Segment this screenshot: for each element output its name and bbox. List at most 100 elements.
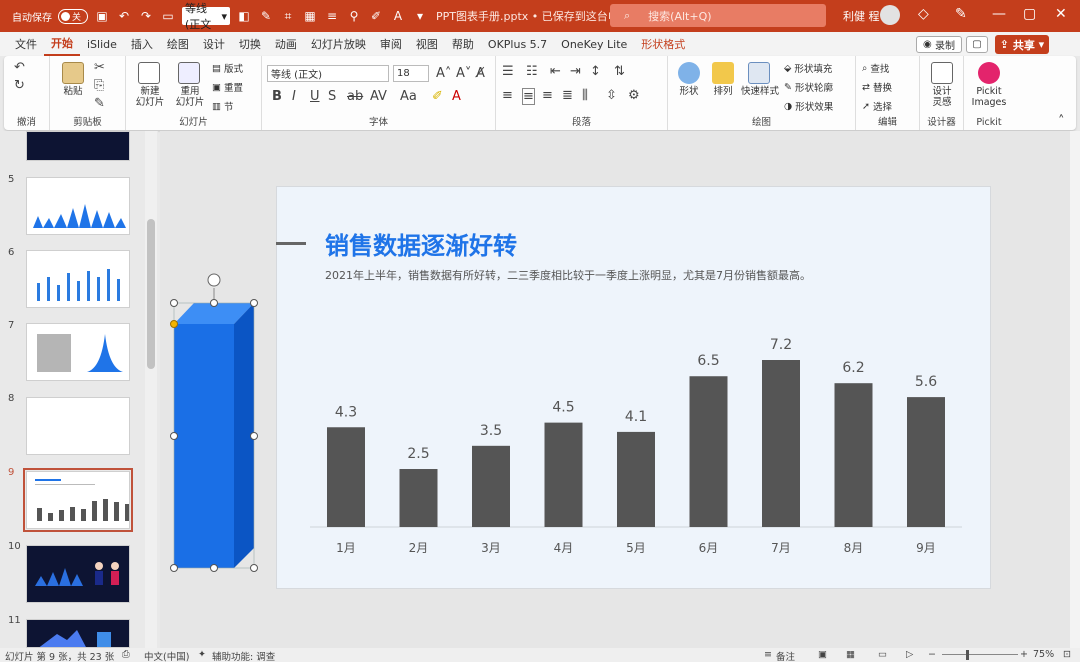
font-name-select[interactable]: 等线 (正文): [267, 65, 389, 82]
design-ideas-button[interactable]: 设计 灵感: [922, 86, 962, 108]
proofing-icon[interactable]: ⎙: [122, 649, 130, 660]
chart-bar[interactable]: [834, 383, 873, 527]
avatar[interactable]: [880, 5, 900, 25]
pin-icon[interactable]: ⚲: [346, 8, 362, 24]
copy-icon[interactable]: ⎘: [94, 78, 104, 93]
slideshow-view-icon[interactable]: ▷: [906, 649, 913, 660]
reuse-slide-button[interactable]: 重用 幻灯片: [168, 86, 212, 108]
tab-13[interactable]: OneKey Lite: [554, 32, 634, 56]
quick-styles-icon[interactable]: [748, 62, 770, 84]
crop-icon[interactable]: ⌗: [280, 8, 296, 24]
search-box[interactable]: ⌕ 搜索(Alt+Q): [610, 4, 826, 27]
design-ideas-icon[interactable]: [931, 62, 953, 84]
numbering-icon[interactable]: ☷: [526, 64, 538, 79]
zoom-in-icon[interactable]: +: [1020, 649, 1028, 660]
reuse-slide-icon[interactable]: [178, 62, 200, 84]
section-button[interactable]: ▥ 节: [212, 99, 234, 114]
start-slideshow-icon[interactable]: ▭: [160, 8, 176, 24]
tab-6[interactable]: 切换: [232, 32, 268, 56]
notes-icon[interactable]: ≡: [764, 649, 772, 660]
shape-button[interactable]: 形状: [672, 86, 706, 97]
shapes-icon[interactable]: ◧: [236, 8, 252, 24]
pen-icon[interactable]: ✎: [955, 6, 967, 22]
replace-button[interactable]: ⇄ 替换: [862, 80, 892, 95]
slide-thumbnail-5[interactable]: [26, 177, 130, 235]
slide-thumbnail-4[interactable]: [26, 131, 130, 161]
autosave-toggle[interactable]: 关: [58, 8, 88, 24]
shape-outline-button[interactable]: ✎ 形状轮廓: [784, 80, 833, 95]
zoom-out-icon[interactable]: −: [928, 649, 936, 660]
chart-bar[interactable]: [907, 397, 945, 527]
tab-7[interactable]: 动画: [268, 32, 304, 56]
notes-button[interactable]: 备注: [776, 649, 795, 662]
new-slide-icon[interactable]: [138, 62, 160, 84]
slide-thumbnail-9[interactable]: [23, 468, 133, 532]
quick-styles-button[interactable]: 快速样式: [738, 86, 782, 97]
tab-14[interactable]: 形状格式: [634, 32, 692, 56]
change-case-icon[interactable]: Aa: [400, 89, 417, 104]
rotate-handle-icon[interactable]: [207, 273, 221, 287]
new-slide-button[interactable]: 新建 幻灯片: [128, 86, 172, 108]
slide-thumbnail-6[interactable]: [26, 250, 130, 308]
slide-subtitle[interactable]: 2021年上半年，销售数据有所好转，二三季度相比较于一季度上涨明显，尤其是7月份…: [325, 267, 811, 283]
cut-icon[interactable]: ✂: [94, 60, 105, 75]
slide-thumbnail-8[interactable]: [26, 397, 130, 455]
justify-icon[interactable]: ≣: [562, 88, 573, 103]
group-icon[interactable]: ▦: [302, 8, 318, 24]
reading-view-icon[interactable]: ▭: [878, 649, 887, 660]
select-button[interactable]: ➚ 选择: [862, 99, 892, 114]
accessibility-icon[interactable]: ✦: [198, 649, 206, 660]
tab-12[interactable]: OKPlus 5.7: [481, 32, 554, 56]
selected-3d-bar-shape[interactable]: [164, 268, 264, 578]
comment-icon[interactable]: ▢: [966, 36, 988, 53]
normal-view-icon[interactable]: ▣: [818, 649, 827, 660]
share-button[interactable]: ⇪ 共享 ▾: [995, 35, 1049, 54]
spell-icon[interactable]: A: [390, 8, 406, 24]
align-right-icon[interactable]: ≡: [542, 88, 553, 103]
line-spacing-icon[interactable]: ↕: [590, 64, 601, 79]
accessibility-status[interactable]: 辅助功能: 调查: [212, 649, 275, 662]
chart-bar[interactable]: [399, 469, 438, 527]
increase-indent-icon[interactable]: ⇥: [570, 64, 581, 79]
tab-5[interactable]: 设计: [196, 32, 232, 56]
chart-bar[interactable]: [472, 445, 510, 527]
slide-thumbnail-11[interactable]: [26, 619, 130, 648]
shape-icon[interactable]: [678, 62, 700, 84]
user-name[interactable]: 利健 程: [843, 8, 880, 24]
close-icon[interactable]: ✕: [1055, 6, 1067, 22]
bullets-icon[interactable]: ☰: [502, 64, 514, 79]
paste-button[interactable]: 粘贴: [56, 86, 90, 97]
minimize-icon[interactable]: —: [992, 6, 1006, 22]
format-painter-icon[interactable]: ✎: [94, 96, 105, 111]
fit-to-window-icon[interactable]: ⊡: [1063, 649, 1071, 660]
arrange-button[interactable]: 排列: [706, 86, 740, 97]
align-left-icon[interactable]: ≡: [502, 88, 513, 103]
strikethrough-icon[interactable]: ab: [347, 89, 363, 104]
chart-bar[interactable]: [762, 360, 800, 527]
eyedropper-icon[interactable]: ✐: [368, 8, 384, 24]
maximize-icon[interactable]: ▢: [1023, 6, 1036, 22]
pickit-button[interactable]: Pickit Images: [966, 86, 1012, 108]
save-icon[interactable]: ▣: [94, 8, 110, 24]
slide-sorter-icon[interactable]: ▦: [846, 649, 855, 660]
highlight-icon[interactable]: ✐: [432, 89, 443, 104]
redo-icon[interactable]: ↻: [14, 78, 25, 93]
scrollbar-thumb[interactable]: [147, 219, 155, 369]
italic-icon[interactable]: I: [292, 89, 296, 104]
slide-thumbnail-10[interactable]: [26, 545, 130, 603]
slide-title[interactable]: 销售数据逐渐好转: [325, 226, 517, 261]
format-painter-icon[interactable]: ✎: [258, 8, 274, 24]
zoom-level[interactable]: 75%: [1033, 649, 1054, 660]
arrange-icon[interactable]: [712, 62, 734, 84]
tab-10[interactable]: 视图: [409, 32, 445, 56]
align-icon[interactable]: ≡: [324, 8, 340, 24]
adjust-handle[interactable]: [170, 320, 178, 328]
underline-icon[interactable]: U: [310, 89, 320, 104]
tab-1[interactable]: 开始: [44, 32, 80, 56]
font-color-icon[interactable]: A: [452, 89, 461, 104]
zoom-slider[interactable]: [942, 654, 1018, 655]
tab-11[interactable]: 帮助: [445, 32, 481, 56]
tab-8[interactable]: 幻灯片放映: [304, 32, 373, 56]
chart-bar[interactable]: [689, 376, 728, 527]
shrink-font-icon[interactable]: A˅: [456, 66, 471, 81]
